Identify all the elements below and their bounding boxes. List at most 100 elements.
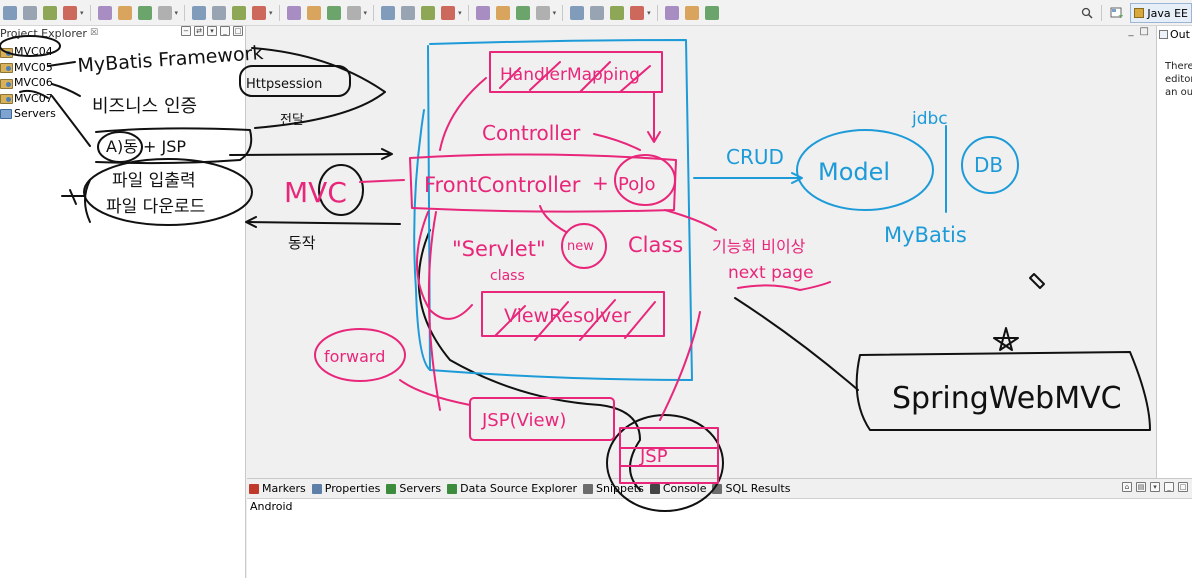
new-icon[interactable]: [3, 5, 17, 20]
java-ee-perspective-button[interactable]: Java EE: [1130, 3, 1192, 23]
terminate-icon[interactable]: [157, 5, 172, 20]
new-package-icon[interactable]: [475, 5, 490, 20]
project-icon: [0, 93, 13, 105]
dropdown-arrow-icon[interactable]: ▾: [175, 9, 179, 17]
data-source-icon: [447, 483, 458, 494]
tab-label: Snippets: [596, 482, 644, 495]
debug-icon[interactable]: [326, 5, 341, 20]
tab-label: Markers: [262, 482, 306, 495]
save-icon[interactable]: [23, 5, 37, 20]
suspend-icon[interactable]: [137, 5, 152, 20]
tab-properties[interactable]: Properties: [311, 482, 381, 495]
dropdown-arrow-icon[interactable]: ▾: [80, 9, 84, 17]
tab-markers[interactable]: Markers: [249, 482, 306, 495]
new-class-icon[interactable]: [495, 5, 510, 20]
open-type-icon[interactable]: [515, 5, 530, 20]
outline-tab[interactable]: Out: [1157, 26, 1192, 42]
run-icon[interactable]: [346, 5, 361, 20]
view-menu-icon[interactable]: ▾: [207, 26, 217, 36]
project-explorer-view: Project Explorer ☒ − ⇄ ▾ _ □ MVC04 MVC05 M…: [0, 26, 246, 578]
search-icon[interactable]: [570, 5, 585, 20]
project-tree: MVC04 MVC05 MVC06 MVC07 Servers: [0, 44, 56, 122]
dropdown-arrow-icon[interactable]: ▾: [647, 9, 651, 17]
tree-item-mvc05[interactable]: MVC05: [0, 60, 56, 76]
outline-message-line: an out: [1165, 87, 1192, 98]
tab-servers[interactable]: Servers: [386, 482, 441, 495]
external-tools-icon[interactable]: [401, 5, 416, 20]
tab-sql-results[interactable]: SQL Results: [712, 482, 790, 495]
build-icon[interactable]: [421, 5, 436, 20]
tree-item-label: MVC04: [14, 45, 53, 59]
annotation-prev-icon[interactable]: [630, 5, 645, 20]
save-all-icon[interactable]: [43, 5, 57, 20]
tree-item-mvc06[interactable]: MVC06: [0, 75, 56, 91]
main-toolbar: ▾ ▾ ▾ ▾ ▾ ▾ ▾ + Java EE: [0, 0, 1192, 26]
forward-icon[interactable]: [684, 5, 699, 20]
drop-to-frame-icon[interactable]: [286, 5, 301, 20]
new-server-icon[interactable]: [441, 5, 456, 20]
toolbar-separator: [373, 4, 375, 21]
outline-message: There editor an out: [1165, 60, 1192, 99]
view-menu-icon[interactable]: ▾: [1150, 482, 1160, 492]
toolbar-buttons: ▾ ▾ ▾ ▾ ▾ ▾ ▾: [0, 0, 722, 25]
dropdown-arrow-icon[interactable]: ▾: [269, 9, 273, 17]
minimize-icon[interactable]: _: [220, 26, 230, 36]
snippets-icon: [583, 483, 594, 494]
maximize-icon[interactable]: □: [233, 26, 243, 36]
project-explorer-title[interactable]: Project Explorer: [0, 27, 87, 40]
dropdown-arrow-icon[interactable]: ▾: [364, 9, 368, 17]
dropdown-arrow-icon[interactable]: ▾: [458, 9, 462, 17]
minimize-icon[interactable]: _: [1164, 482, 1174, 492]
back-icon[interactable]: [664, 5, 679, 20]
servers-icon: [386, 483, 397, 494]
toolbar-separator: [89, 4, 91, 21]
skip-breakpoints-icon[interactable]: [97, 5, 112, 20]
resume-icon[interactable]: [117, 5, 132, 20]
tab-data-source-explorer[interactable]: Data Source Explorer: [447, 482, 577, 495]
minimize-icon[interactable]: _: [1129, 26, 1134, 37]
outline-message-line: There: [1165, 61, 1192, 72]
outline-view: Out There editor an out: [1156, 26, 1192, 478]
step-over-icon[interactable]: [232, 5, 247, 20]
magnifier-icon[interactable]: [1080, 6, 1094, 20]
search-menu-icon[interactable]: [590, 5, 605, 20]
tree-item-mvc07[interactable]: MVC07: [0, 91, 56, 107]
annotation-next-icon[interactable]: [610, 5, 625, 20]
pin-console-icon[interactable]: ⌂: [1122, 482, 1132, 492]
tab-snippets[interactable]: Snippets: [583, 482, 644, 495]
tab-label: Properties: [324, 482, 381, 495]
display-console-icon[interactable]: ▤: [1136, 482, 1146, 492]
project-icon: [0, 78, 13, 89]
disconnect-icon[interactable]: [192, 5, 207, 20]
tree-item-servers[interactable]: Servers: [0, 106, 56, 122]
open-task-icon[interactable]: [535, 5, 550, 20]
open-perspective-icon[interactable]: +: [1109, 6, 1123, 20]
maximize-icon[interactable]: □: [1140, 26, 1149, 37]
dropdown-arrow-icon[interactable]: ▾: [553, 9, 557, 17]
collapse-all-icon[interactable]: −: [181, 26, 191, 36]
step-into-icon[interactable]: [212, 5, 227, 20]
run-last-icon[interactable]: [381, 5, 396, 20]
link-with-editor-icon[interactable]: ⇄: [194, 26, 204, 36]
bottom-panel: Markers Properties Servers Data Source Expl…: [247, 478, 1192, 578]
tab-label: Data Source Explorer: [460, 482, 578, 495]
properties-icon: [311, 483, 322, 494]
maximize-icon[interactable]: □: [1178, 482, 1188, 492]
servers-folder-icon: [0, 108, 12, 119]
tree-item-mvc04[interactable]: MVC04: [0, 44, 56, 60]
tab-console[interactable]: Console: [649, 482, 706, 495]
project-explorer-actions: − ⇄ ▾ _ □: [181, 26, 243, 36]
tree-item-label: Servers: [14, 107, 56, 121]
sql-results-icon: [712, 483, 723, 494]
print-icon[interactable]: [63, 5, 77, 20]
editor-area-controls: _ □: [1129, 26, 1149, 37]
use-step-filters-icon[interactable]: [306, 5, 321, 20]
toolbar-separator: [1101, 5, 1103, 21]
pin-editor-icon[interactable]: [704, 5, 719, 20]
console-name: Android: [250, 500, 293, 513]
step-return-icon[interactable]: [252, 5, 267, 20]
tree-item-label: MVC06: [14, 76, 53, 90]
view-close-icon[interactable]: ☒: [90, 28, 98, 38]
project-explorer-header: Project Explorer ☒ − ⇄ ▾ _ □: [0, 26, 245, 40]
outline-tab-label: Out: [1170, 27, 1190, 41]
